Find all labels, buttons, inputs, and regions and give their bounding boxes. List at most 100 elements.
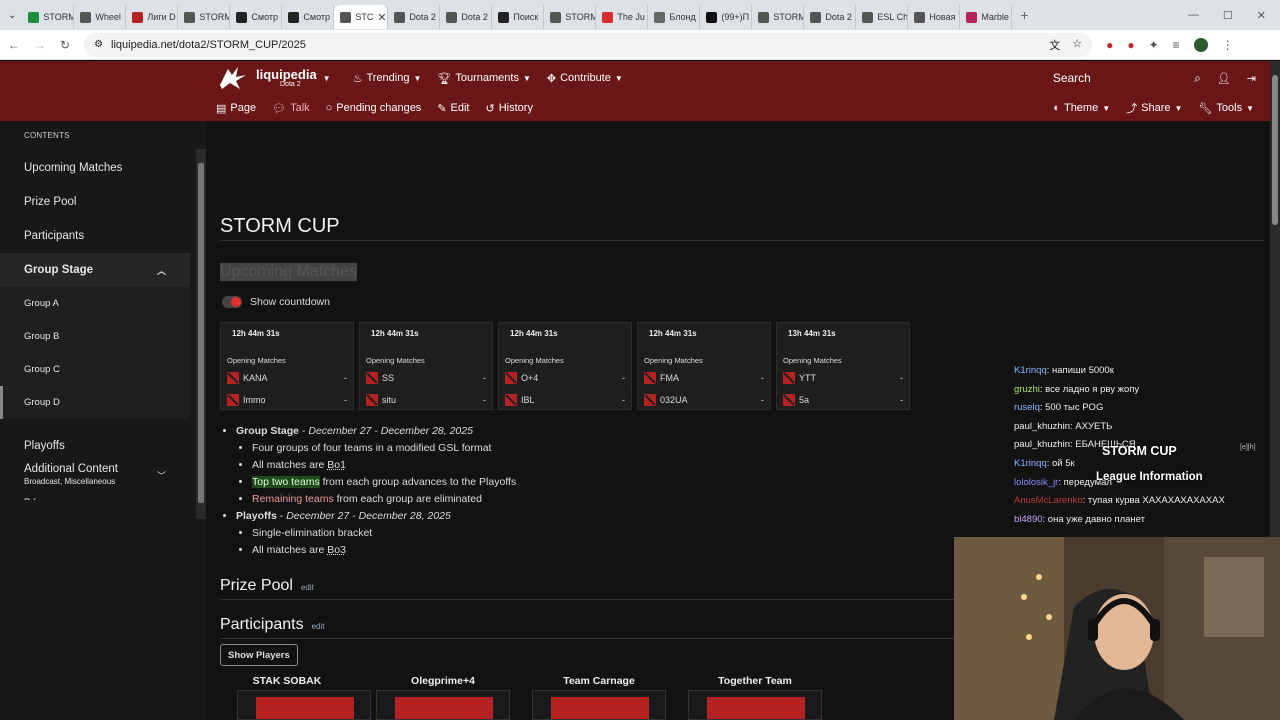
browser-tab[interactable]: STORM	[22, 5, 75, 29]
browser-tab[interactable]: The Ju	[596, 5, 649, 29]
trending-menu[interactable]: ♨ Trending ▼	[353, 72, 422, 85]
toc-upcoming-matches[interactable]: Upcoming Matches	[0, 151, 206, 185]
browser-tab[interactable]: STC ✕	[334, 5, 389, 29]
toc-prize-pool[interactable]: Prize Pool	[0, 185, 206, 219]
new-tab-button[interactable]: +	[1020, 7, 1028, 23]
talk-tab[interactable]: 💬︎ Talk	[272, 102, 310, 115]
match-card[interactable]: 12h 44m 31s Opening Matches FMA - 032UA -	[637, 322, 771, 410]
bookmark-star-icon[interactable]: ☆	[1072, 37, 1082, 53]
browser-tab[interactable]: Dota 2	[440, 5, 493, 29]
eliminated-highlight: Remaining teams	[252, 493, 334, 505]
tournaments-menu[interactable]: 🏆︎ Tournaments ▼	[437, 72, 530, 85]
history-tab[interactable]: ↺ History	[486, 102, 533, 115]
extension-badge-icon[interactable]: ●	[1127, 38, 1134, 52]
participant-team-logo[interactable]	[532, 690, 666, 720]
toc-playoffs[interactable]: Playoffs	[0, 429, 206, 463]
reading-list-icon[interactable]: ≡	[1173, 38, 1180, 52]
chat-text: : все ладно я рву жопу	[1039, 383, 1140, 395]
toc-group-c[interactable]: Group C	[0, 353, 190, 386]
back-icon[interactable]: ←	[8, 38, 20, 52]
participant-team-name[interactable]: Olegprime+4	[376, 675, 510, 687]
team-name[interactable]: 032UA	[660, 395, 688, 405]
team-name[interactable]: Immo	[243, 395, 266, 405]
share-menu[interactable]: ⤴ Share ▼	[1126, 100, 1182, 116]
extension-red-icon[interactable]: ●	[1106, 38, 1113, 52]
browser-tab[interactable]: Dota 2	[388, 5, 441, 29]
participant-team-logo[interactable]	[237, 690, 371, 720]
participant-team-name[interactable]: Together Team	[688, 675, 822, 687]
match-card[interactable]: 12h 44m 31s Opening Matches O+4 - IBL -	[498, 322, 632, 410]
minimize-button[interactable]: —	[1188, 9, 1199, 21]
browser-tab[interactable]: Marble	[960, 5, 1013, 29]
match-card[interactable]: 12h 44m 31s Opening Matches KANA - Immo -	[220, 322, 354, 410]
toc-group-b[interactable]: Group B	[0, 320, 190, 353]
browser-menu-icon[interactable]: ⋮	[1222, 38, 1234, 52]
site-info-icon[interactable]: ⚙	[94, 39, 103, 50]
edit-tab[interactable]: ✎ Edit	[437, 102, 469, 115]
match-card[interactable]: 12h 44m 31s Opening Matches SS - situ -	[359, 322, 493, 410]
maximize-button[interactable]: ☐	[1223, 9, 1233, 22]
team-name[interactable]: IBL	[521, 395, 535, 405]
toc-scrollbar[interactable]	[196, 149, 206, 519]
toc-scrollbar-thumb[interactable]	[198, 163, 204, 503]
login-icon[interactable]: ⇥	[1247, 72, 1256, 85]
theme-menu[interactable]: ◐ Theme ▼	[1053, 100, 1110, 116]
pending-changes-tab[interactable]: ○ Pending changes	[326, 102, 422, 114]
team-name[interactable]: SS	[382, 373, 394, 383]
dota-team-icon	[644, 394, 656, 406]
translate-icon[interactable]: 文	[1049, 37, 1060, 53]
site-search-input[interactable]: Search ⌕	[1047, 66, 1207, 90]
browser-tab[interactable]: Wheel	[74, 5, 127, 29]
team-name[interactable]: KANA	[243, 373, 268, 383]
browser-tab[interactable]: Лиги D	[126, 5, 179, 29]
page-scrollbar-thumb[interactable]	[1272, 75, 1278, 225]
participant-team-logo[interactable]	[688, 690, 822, 720]
prize-pool-edit-link[interactable]: edit	[301, 583, 314, 592]
browser-tab[interactable]: STORM	[178, 5, 231, 29]
participant-team-name[interactable]: STAK SOBAK	[220, 675, 354, 687]
browser-tab[interactable]: Новая	[908, 5, 961, 29]
toc-additional-content[interactable]: Additional Content Broadcast, Miscellane…	[0, 463, 190, 486]
browser-tab[interactable]: Dota 2	[804, 5, 857, 29]
url-field[interactable]: ⚙ liquipedia.net/dota2/STORM_CUP/2025 文 …	[84, 32, 1093, 57]
browser-tab[interactable]: STORM	[544, 5, 597, 29]
browser-tab[interactable]: Смотр	[230, 5, 283, 29]
browser-tab[interactable]: Блонд	[648, 5, 701, 29]
team-name[interactable]: O+4	[521, 373, 538, 383]
team-name[interactable]: 5a	[799, 395, 809, 405]
match-card[interactable]: 13h 44m 31s Opening Matches YTT - 5a -	[776, 322, 910, 410]
address-bar-row: ← → ↻ ⚙ liquipedia.net/dota2/STORM_CUP/2…	[0, 30, 1280, 60]
participant-team-logo[interactable]	[376, 690, 510, 720]
countdown-toggle-row[interactable]: Show countdown	[222, 296, 330, 308]
tools-menu[interactable]: 🔧︎ Tools ▼	[1198, 100, 1254, 116]
toc-group-a[interactable]: Group A	[0, 287, 190, 320]
show-players-button[interactable]: Show Players	[220, 644, 298, 666]
team-name[interactable]: FMA	[660, 373, 679, 383]
toc-group-stage[interactable]: Group Stage ︿	[0, 253, 190, 287]
browser-tab[interactable]: ESL Ch	[856, 5, 909, 29]
countdown-toggle[interactable]	[222, 296, 242, 308]
browser-tab[interactable]: STORM	[752, 5, 805, 29]
browser-tab[interactable]: (99+)П	[700, 5, 753, 29]
close-tab-icon[interactable]: ✕	[377, 11, 386, 24]
participant-team-name[interactable]: Team Carnage	[532, 675, 666, 687]
team-score: -	[900, 373, 903, 383]
close-window-button[interactable]: ✕	[1257, 9, 1266, 22]
reload-icon[interactable]: ↻	[60, 38, 70, 52]
team-name[interactable]: YTT	[799, 373, 816, 383]
page-tab[interactable]: ▤ Page	[216, 102, 256, 115]
forward-icon[interactable]: →	[34, 38, 46, 52]
extensions-puzzle-icon[interactable]: ✦	[1149, 38, 1159, 52]
browser-tab[interactable]: Смотр	[282, 5, 335, 29]
contribute-menu[interactable]: ✥ Contribute ▼	[547, 72, 623, 85]
toc-participants[interactable]: Participants	[0, 219, 206, 253]
tab-search-icon[interactable]: ⌄	[8, 10, 16, 21]
liquipedia-logo[interactable]: liquipedia Dota 2 ▼	[216, 65, 331, 91]
toc-group-d[interactable]: Group D	[0, 386, 190, 419]
profile-avatar[interactable]	[1193, 37, 1208, 52]
team-name[interactable]: situ	[382, 395, 396, 405]
user-add-icon[interactable]: 👤︎	[1217, 72, 1231, 85]
browser-tab[interactable]: Поиск	[492, 5, 545, 29]
participants-edit-link[interactable]: edit	[312, 622, 325, 631]
toc-cutoff-item: R f	[0, 486, 206, 500]
